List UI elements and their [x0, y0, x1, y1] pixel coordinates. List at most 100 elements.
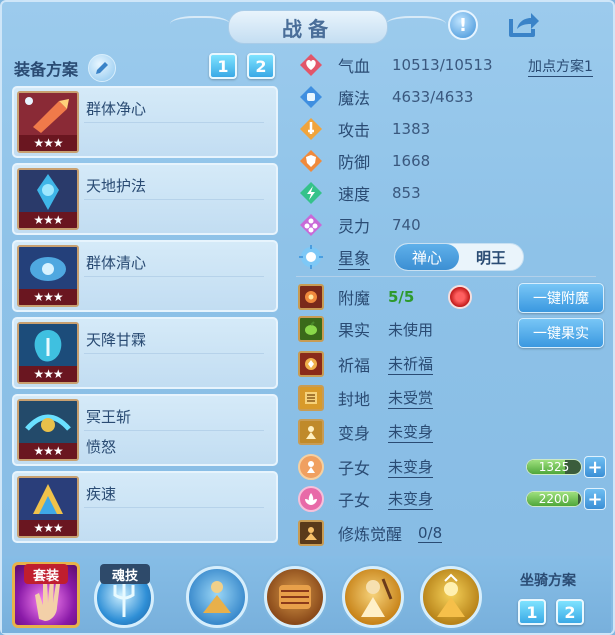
one-click-fruit-button[interactable]: 一键果实 — [518, 318, 604, 348]
child-2-bar: 2200 — [526, 491, 582, 507]
child-2-add-button[interactable]: + — [584, 488, 606, 510]
transform-status[interactable]: 未变身 — [388, 421, 434, 443]
action-row-transform: 变身 未变身 — [298, 418, 434, 446]
equipment-icon: ★★★ — [17, 245, 79, 307]
action-label: 变身 — [338, 424, 371, 443]
child-2-status[interactable]: 未变身 — [388, 488, 434, 510]
action-label: 修炼觉醒 — [338, 525, 403, 544]
edit-plan-button[interactable] — [88, 54, 117, 82]
fief-status[interactable]: 未受赏 — [388, 387, 434, 409]
star-rating: ★★★ — [19, 289, 77, 305]
action-row-fruit: 果实 未使用 — [298, 315, 433, 343]
action-label: 子女 — [338, 459, 371, 478]
equipment-slot-1[interactable]: ★★★ 群体净心 — [12, 86, 278, 158]
action-label: 封地 — [338, 390, 371, 409]
star-sign-label[interactable]: 星象 — [338, 245, 371, 270]
stat-value: 1668 — [392, 152, 431, 170]
equipment-icon: ★★★ — [17, 399, 79, 461]
transform-icon — [298, 419, 324, 445]
speed-icon — [298, 180, 324, 206]
equipment-slot-2[interactable]: ★★★ 天地护法 — [12, 163, 278, 235]
stat-label: 魔法 — [338, 89, 371, 108]
heart-icon — [298, 52, 324, 78]
fruit-status: 未使用 — [388, 320, 434, 339]
help-button[interactable]: ! — [448, 10, 478, 40]
equipment-icon: ★★★ — [17, 168, 79, 230]
divider — [84, 199, 264, 200]
equipment-slot-4[interactable]: ★★★ 天降甘霖 — [12, 317, 278, 389]
bless-status[interactable]: 未祈福 — [388, 353, 434, 375]
child-icon — [298, 454, 324, 480]
equipment-slot-6[interactable]: ★★★ 疾速 — [12, 471, 278, 543]
child-1-bar: 1325 — [526, 459, 582, 475]
equipment-name: 天降甘霖 — [86, 331, 147, 349]
divider — [84, 507, 264, 508]
equipment-plan-1-button[interactable]: 1 — [209, 53, 237, 79]
section-divider — [296, 276, 596, 277]
cultivation-icon — [298, 520, 324, 546]
action-row-fief: 封地 未受赏 — [298, 384, 434, 412]
child-1-bar-value: 1325 — [538, 460, 570, 474]
star-sign-toggle[interactable]: 禅心 明王 — [394, 243, 524, 271]
stat-row-mp: 魔法 4633/4633 — [298, 83, 473, 111]
mount-slot-3[interactable] — [342, 566, 404, 628]
mount-slot-1[interactable] — [186, 566, 248, 628]
equipment-slot-3[interactable]: ★★★ 群体清心 — [12, 240, 278, 312]
equipment-plan-2-button[interactable]: 2 — [247, 53, 275, 79]
mount-plan-2-button[interactable]: 2 — [556, 599, 584, 625]
stat-label: 灵力 — [338, 217, 371, 236]
title-wing-right — [386, 16, 446, 36]
guardian-icon — [19, 170, 77, 214]
equipment-icon: ★★★ — [17, 322, 79, 384]
stat-value: 853 — [392, 184, 421, 202]
action-row-cultivation: 修炼觉醒 0/8 — [298, 519, 443, 547]
star-rating: ★★★ — [19, 135, 77, 151]
divider — [84, 430, 264, 431]
mount-plan-title: 坐骑方案 — [520, 573, 576, 589]
star-rating: ★★★ — [19, 520, 77, 536]
one-click-enchant-button[interactable]: 一键附魔 — [518, 283, 604, 313]
warrior-icon — [361, 578, 393, 617]
child-1-add-button[interactable]: + — [584, 456, 606, 478]
mount-plan-1-button[interactable]: 1 — [518, 599, 546, 625]
clear-mind-icon — [19, 247, 77, 291]
equipment-plan-title: 装备方案 — [14, 60, 79, 79]
stat-label: 速度 — [338, 185, 371, 204]
enchant-count: 5/5 — [388, 288, 415, 306]
cultivation-status[interactable]: 0/8 — [418, 524, 443, 543]
stat-row-star: 星象 — [298, 243, 371, 271]
star-option-chanxin[interactable]: 禅心 — [395, 244, 459, 270]
star-option-mingwang[interactable]: 明王 — [459, 244, 523, 270]
sword-icon — [298, 116, 324, 142]
stat-row-hp: 气血 10513/10513 — [298, 51, 493, 79]
stat-plan-link[interactable]: 加点方案1 — [528, 56, 593, 77]
action-label: 附魔 — [338, 289, 371, 308]
enchant-icon — [298, 284, 324, 310]
equipment-name: 冥王斩 — [86, 408, 132, 426]
equipment-slot-5[interactable]: ★★★ 冥王斩 愤怒 — [12, 394, 278, 466]
action-label: 祈福 — [338, 356, 371, 375]
star-rating: ★★★ — [19, 366, 77, 382]
stat-label: 防御 — [338, 153, 371, 172]
haste-icon — [19, 478, 77, 522]
equipment-name: 疾速 — [86, 485, 117, 503]
share-button[interactable] — [506, 10, 542, 40]
stat-row-defense: 防御 1668 — [298, 147, 430, 175]
action-label: 子女 — [338, 491, 371, 510]
equipment-icon: ★★★ — [17, 476, 79, 538]
shield-icon — [298, 148, 324, 174]
child-1-status[interactable]: 未变身 — [388, 456, 434, 478]
mount-slot-4[interactable] — [420, 566, 482, 628]
fruit-icon — [298, 316, 324, 342]
spirit-icon — [298, 212, 324, 238]
stat-value: 1383 — [392, 120, 431, 138]
equipment-list: ★★★ 群体净心 ★★★ 天地护法 ★★★ 群体清心 ★★★ 天降甘霖 ★★★ … — [12, 86, 278, 548]
king-icon — [437, 573, 465, 617]
stat-value: 740 — [392, 216, 421, 234]
rain-icon — [19, 324, 77, 368]
enchant-record-button[interactable] — [448, 285, 472, 309]
stat-value: 10513/10513 — [392, 56, 493, 74]
equipment-icon: ★★★ — [17, 91, 79, 153]
mount-slot-2[interactable] — [264, 566, 326, 628]
action-row-enchant: 附魔 5/5 — [298, 283, 414, 311]
